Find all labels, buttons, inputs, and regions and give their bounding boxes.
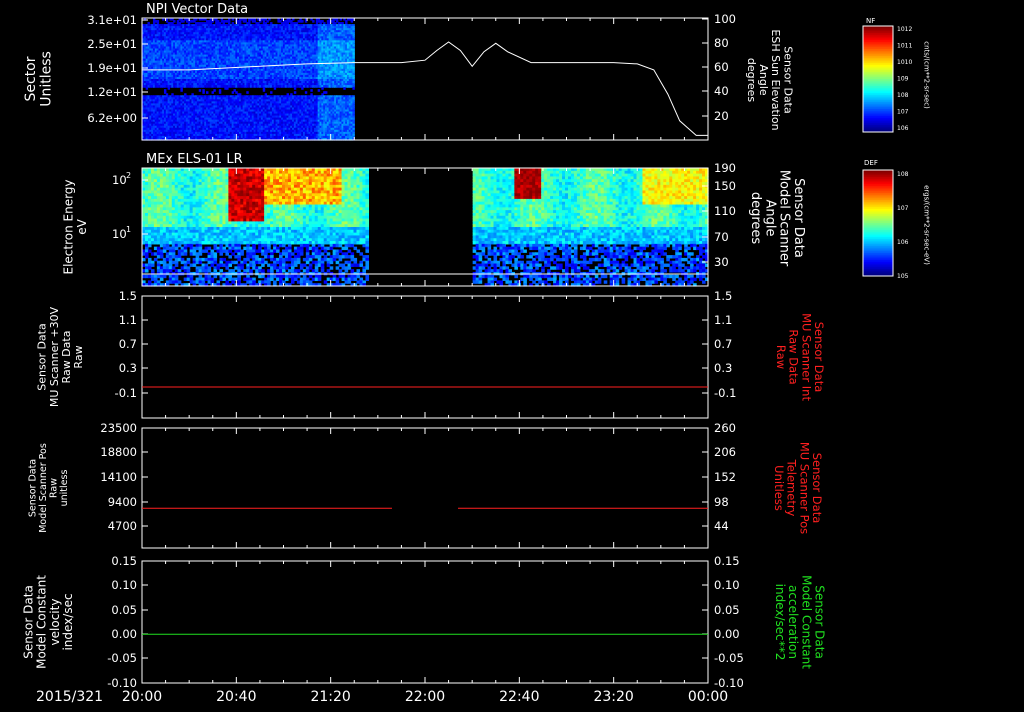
heatmap-cell	[293, 87, 297, 90]
heatmap-cell	[324, 91, 328, 94]
plot-stage: NPI Vector Data 3.1e+01 2.5e+01 1.9e+01 1.2e…	[0, 0, 1024, 708]
heatmap-cell	[180, 89, 183, 92]
heatmap-cell	[352, 87, 355, 90]
heatmap-cell	[270, 91, 273, 94]
heatmap-cell	[350, 20, 354, 23]
heatmap-cell	[262, 89, 266, 92]
heatmap-cell	[226, 87, 229, 90]
heatmap-cell	[198, 89, 202, 92]
heatmap-cell	[343, 87, 346, 90]
heatmap-cell	[301, 87, 304, 90]
heatmap-cell	[273, 87, 277, 90]
heatmap-cell	[145, 87, 149, 90]
heatmap-cell	[293, 91, 297, 94]
heatmap-cell	[202, 91, 205, 94]
heatmap-cell	[310, 89, 313, 92]
heatmap-cell	[321, 87, 324, 90]
heatmap-cell	[211, 91, 214, 94]
heatmap-cell	[206, 91, 209, 94]
heatmap-cell	[312, 20, 315, 23]
heatmap-cell	[231, 91, 235, 94]
heatmap-cell	[182, 20, 185, 23]
heatmap-cell	[317, 89, 321, 92]
heatmap-cell	[218, 91, 222, 94]
heatmap-cell	[167, 87, 171, 90]
heatmap-cell	[304, 91, 308, 94]
heatmap-cell	[246, 91, 249, 94]
heatmap-cell	[301, 20, 304, 23]
multi-panel-chart: NPI Vector Data3.1e+012.5e+011.9e+011.2e…	[21, 2, 930, 705]
